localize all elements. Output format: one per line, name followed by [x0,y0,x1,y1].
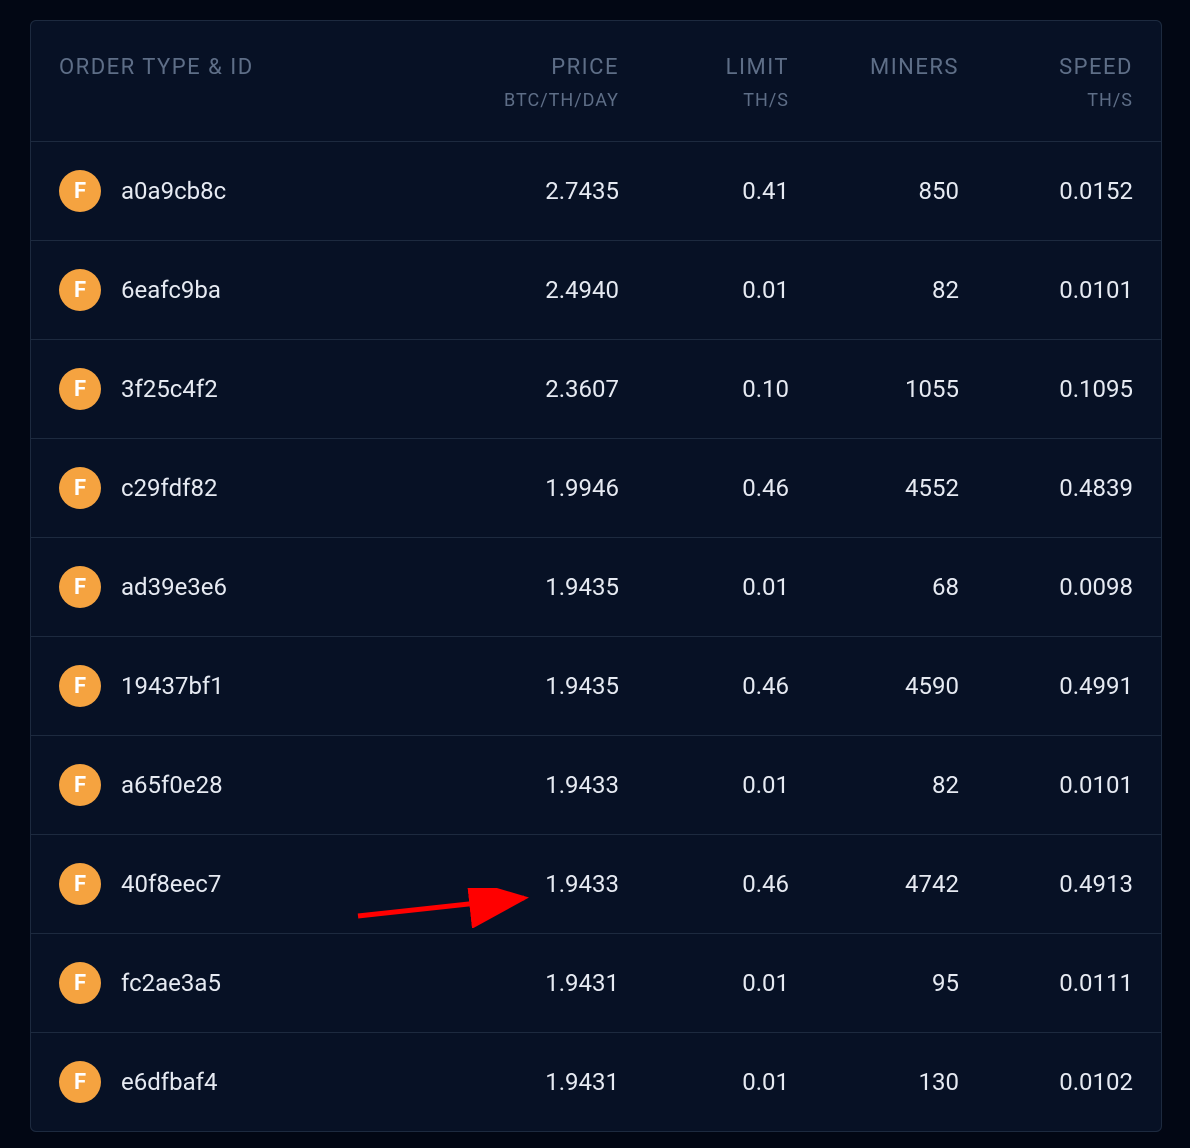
price-cell: 1.9946 [419,474,619,502]
limit-cell: 0.46 [619,870,789,898]
speed-cell: 0.0101 [959,771,1133,799]
miners-cell: 68 [789,573,959,601]
price-cell: 1.9433 [419,870,619,898]
table-row[interactable]: F 6eafc9ba 2.49400.01820.0101 [31,241,1161,340]
table-header: ORDER TYPE & ID PRICE BTC/TH/DAY LIMIT T… [31,21,1161,142]
order-type-badge: F [59,665,101,707]
header-price-unit: BTC/TH/DAY [419,90,619,111]
table-row[interactable]: Fc29fdf82 1.99460.4645520.4839 [31,439,1161,538]
speed-cell: 0.4991 [959,672,1133,700]
limit-cell: 0.10 [619,375,789,403]
order-id: fc2ae3a5 [121,969,221,997]
limit-cell: 0.01 [619,1068,789,1096]
limit-cell: 0.01 [619,276,789,304]
speed-cell: 0.0098 [959,573,1133,601]
order-id: e6dfbaf4 [121,1068,217,1096]
order-type-badge: F [59,863,101,905]
speed-cell: 0.4839 [959,474,1133,502]
order-type-badge: F [59,566,101,608]
price-cell: 1.9433 [419,771,619,799]
order-type-badge: F [59,1061,101,1103]
speed-cell: 0.1095 [959,375,1133,403]
miners-cell: 850 [789,177,959,205]
table-row[interactable]: Fa0a9cb8c 2.74350.418500.0152 [31,142,1161,241]
miners-cell: 4590 [789,672,959,700]
speed-cell: 0.4913 [959,870,1133,898]
header-price: PRICE [419,55,619,80]
order-id: 40f8eec7 [121,870,221,898]
price-cell: 1.9435 [419,573,619,601]
order-type-badge: F [59,170,101,212]
table-row[interactable]: Fe6dfbaf4 1.94310.011300.0102 [31,1033,1161,1131]
header-speed: SPEED [959,55,1133,80]
price-cell: 2.4940 [419,276,619,304]
order-type-badge: F [59,368,101,410]
miners-cell: 4552 [789,474,959,502]
table-body: Fa0a9cb8c 2.74350.418500.0152 F 6eafc9ba 2.4… [31,142,1161,1131]
order-type-badge: F [59,467,101,509]
order-type-badge: F [59,962,101,1004]
speed-cell: 0.0101 [959,276,1133,304]
miners-cell: 95 [789,969,959,997]
order-id: a0a9cb8c [121,177,226,205]
order-id: a65f0e28 [121,771,223,799]
header-speed-unit: TH/S [959,90,1133,111]
table-row[interactable]: F 19437bf1 1.94350.4645900.4991 [31,637,1161,736]
table-row[interactable]: Ffc2ae3a5 1.94310.01950.0111 [31,934,1161,1033]
order-id: 19437bf1 [121,672,224,700]
order-id: 3f25c4f2 [121,375,218,403]
speed-cell: 0.0111 [959,969,1133,997]
order-type-badge: F [59,269,101,311]
header-limit: LIMIT [619,55,789,80]
speed-cell: 0.0102 [959,1068,1133,1096]
limit-cell: 0.41 [619,177,789,205]
price-cell: 1.9431 [419,1068,619,1096]
table-row[interactable]: F 3f25c4f2 2.36070.1010550.1095 [31,340,1161,439]
limit-cell: 0.46 [619,672,789,700]
order-id: 6eafc9ba [121,276,221,304]
speed-cell: 0.0152 [959,177,1133,205]
limit-cell: 0.01 [619,969,789,997]
header-miners: MINERS [789,55,959,80]
order-type-badge: F [59,764,101,806]
limit-cell: 0.46 [619,474,789,502]
miners-cell: 82 [789,276,959,304]
price-cell: 1.9435 [419,672,619,700]
miners-cell: 1055 [789,375,959,403]
limit-cell: 0.01 [619,573,789,601]
table-row[interactable]: F 40f8eec7 1.94330.4647420.4913 [31,835,1161,934]
order-id: c29fdf82 [121,474,217,502]
price-cell: 2.7435 [419,177,619,205]
price-cell: 1.9431 [419,969,619,997]
header-order: ORDER TYPE & ID [59,55,419,80]
limit-cell: 0.01 [619,771,789,799]
price-cell: 2.3607 [419,375,619,403]
header-limit-unit: TH/S [619,90,789,111]
table-row[interactable]: Fad39e3e6 1.94350.01680.0098 [31,538,1161,637]
miners-cell: 130 [789,1068,959,1096]
miners-cell: 4742 [789,870,959,898]
table-row[interactable]: Fa65f0e28 1.94330.01820.0101 [31,736,1161,835]
miners-cell: 82 [789,771,959,799]
orders-table: ORDER TYPE & ID PRICE BTC/TH/DAY LIMIT T… [30,20,1162,1132]
order-id: ad39e3e6 [121,573,227,601]
